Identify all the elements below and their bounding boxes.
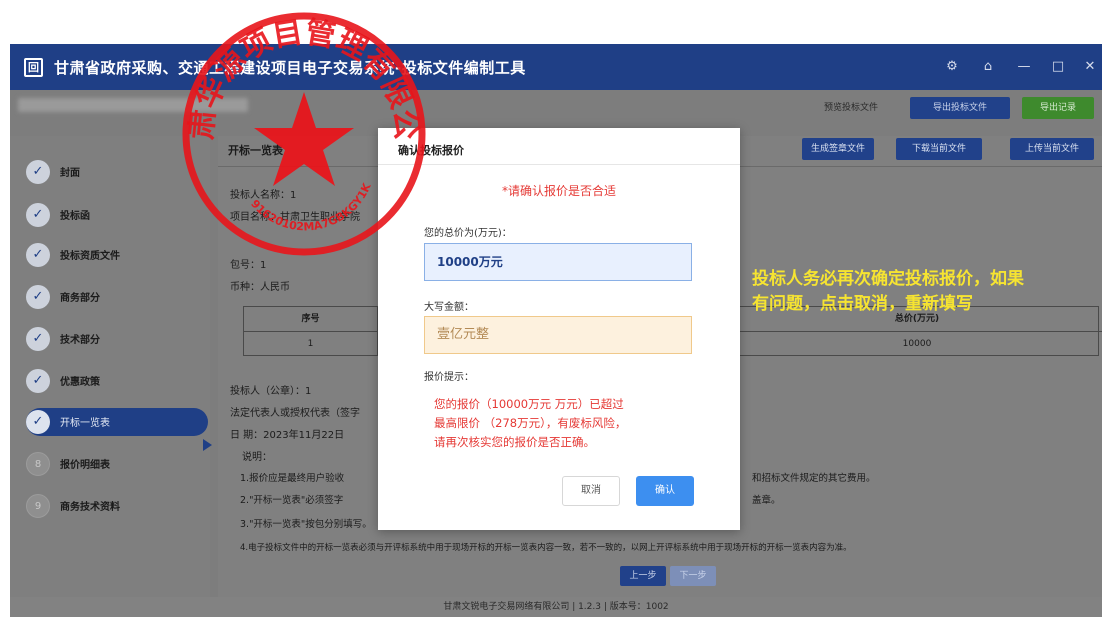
minimize-icon[interactable]: — bbox=[1012, 55, 1036, 79]
close-icon[interactable]: ✕ bbox=[1078, 55, 1102, 79]
amount-in-words-label: 大写金额： bbox=[424, 302, 474, 313]
note-item-tail: 盖章。 bbox=[752, 495, 781, 506]
price-warning-line: 请再次核实您的报价是否正确。 bbox=[434, 435, 595, 449]
check-icon: ✓ bbox=[26, 410, 50, 434]
check-icon: ✓ bbox=[26, 327, 50, 351]
sidebar-item-label: 报价明细表 bbox=[60, 460, 110, 471]
company-seal-stamp: 甘肃华源项目管理有限公司 91620102MA7GBKGY1K bbox=[174, 4, 426, 256]
step-number: 9 bbox=[26, 494, 50, 518]
sidebar-item-label: 商务部分 bbox=[60, 293, 100, 304]
record-label: 导出记录 bbox=[1039, 103, 1076, 113]
svg-text:91620102MA7GBKGY1K: 91620102MA7GBKGY1K bbox=[248, 181, 374, 234]
legal-rep-line: 法定代表人或授权代表（签字 bbox=[230, 408, 360, 419]
sidebar-item-business-tech[interactable]: 9 商务技术资料 bbox=[26, 492, 208, 520]
export-label: 导出投标文件 bbox=[932, 103, 987, 113]
date-line: 日 期：2023年11月22日 bbox=[230, 430, 345, 441]
note-item-tail: 和招标文件规定的其它费用。 bbox=[752, 473, 876, 484]
upload-file-button[interactable]: 上传当前文件 bbox=[1010, 138, 1094, 160]
annotation-line-1: 投标人务必再次确定投标报价，如果 bbox=[752, 269, 1024, 289]
sidebar-item-label: 开标一览表 bbox=[60, 418, 110, 429]
generate-signed-button[interactable]: 生成签章文件 bbox=[802, 138, 874, 160]
prev-step-button[interactable]: 上一步 bbox=[620, 566, 666, 586]
sidebar-item-technical[interactable]: ✓ 技术部分 bbox=[26, 325, 208, 353]
sidebar-item-price-detail[interactable]: 8 报价明细表 bbox=[26, 450, 208, 478]
settings-icon[interactable]: ⚙ bbox=[940, 55, 964, 79]
currency: 币种：人民币 bbox=[230, 282, 290, 293]
check-icon: ✓ bbox=[26, 160, 50, 184]
table-cell-index: 1 bbox=[307, 339, 314, 349]
cancel-button[interactable]: 取消 bbox=[562, 476, 620, 506]
sidebar-item-label: 封面 bbox=[60, 168, 80, 179]
sidebar-item-label: 投标资质文件 bbox=[60, 251, 120, 262]
preview-label: 预览投标文件 bbox=[823, 103, 878, 113]
price-hint-label: 报价提示： bbox=[424, 372, 474, 383]
export-record-button[interactable]: 导出记录 bbox=[1022, 97, 1094, 119]
check-icon: ✓ bbox=[26, 243, 50, 267]
annotation-line-2: 有问题，点击取消，重新填写 bbox=[752, 294, 973, 314]
note-item: 2."开标一览表"必须签字 bbox=[240, 495, 344, 506]
confirm-button[interactable]: 确认 bbox=[636, 476, 694, 506]
note-item: 1.报价应是最终用户验收 bbox=[240, 473, 345, 484]
sidebar-item-business[interactable]: ✓ 商务部分 bbox=[26, 283, 208, 311]
amount-in-words-field[interactable]: 壹亿元整 bbox=[424, 316, 692, 354]
bidder-seal-line: 投标人（公章）：1 bbox=[230, 386, 312, 397]
seal-code: 91620102MA7GBKGY1K bbox=[248, 181, 374, 234]
table-header-index: 序号 bbox=[301, 314, 320, 324]
step-number: 8 bbox=[26, 452, 50, 476]
check-icon: ✓ bbox=[26, 285, 50, 309]
notes-title: 说明： bbox=[242, 452, 272, 463]
check-icon: ✓ bbox=[26, 369, 50, 393]
sidebar-item-label: 技术部分 bbox=[60, 335, 100, 346]
sidebar-item-preferential[interactable]: ✓ 优惠政策 bbox=[26, 367, 208, 395]
maximize-icon[interactable]: □ bbox=[1046, 55, 1070, 79]
download-file-button[interactable]: 下载当前文件 bbox=[896, 138, 982, 160]
home-icon[interactable]: ⌂ bbox=[976, 55, 1000, 79]
app-root: 回 甘肃省政府采购、交通工程建设项目电子交易系统-投标文件编制工具 ⚙ ⌂ — … bbox=[0, 0, 1102, 617]
preview-bid-button[interactable]: 预览投标文件 bbox=[818, 97, 884, 119]
check-icon: ✓ bbox=[26, 203, 50, 227]
export-bid-button[interactable]: 导出投标文件 bbox=[910, 97, 1010, 119]
table-cell-total: 10000 bbox=[902, 339, 932, 349]
sidebar-item-label: 投标函 bbox=[60, 211, 90, 222]
active-indicator-icon bbox=[203, 439, 212, 451]
price-warning-line: 最高限价 （278万元），有废标风险， bbox=[434, 416, 627, 430]
next-step-button[interactable]: 下一步 bbox=[670, 566, 716, 586]
note-item: 4.电子投标文件中的开标一览表必须与开评标系统中用于现场开标的开标一览表内容一致… bbox=[240, 543, 852, 553]
total-price-label: 您的总价为(万元)： bbox=[424, 228, 512, 239]
note-item: 3."开标一览表"按包分别填写。 bbox=[240, 519, 372, 530]
app-logo-icon: 回 bbox=[24, 58, 43, 77]
total-price-field[interactable]: 10000万元 bbox=[424, 243, 692, 281]
sidebar-item-bid-summary[interactable]: ✓ 开标一览表 bbox=[26, 408, 208, 436]
sidebar-item-label: 商务技术资料 bbox=[60, 502, 120, 513]
sidebar-item-label: 优惠政策 bbox=[60, 377, 100, 388]
price-warning-line: 您的报价（10000万元 万元）已超过 bbox=[434, 397, 624, 411]
footer: 甘肃文锐电子交易网络有限公司 | 1.2.3 | 版本号：1002 bbox=[10, 597, 1102, 617]
seal-star-icon bbox=[254, 92, 354, 186]
